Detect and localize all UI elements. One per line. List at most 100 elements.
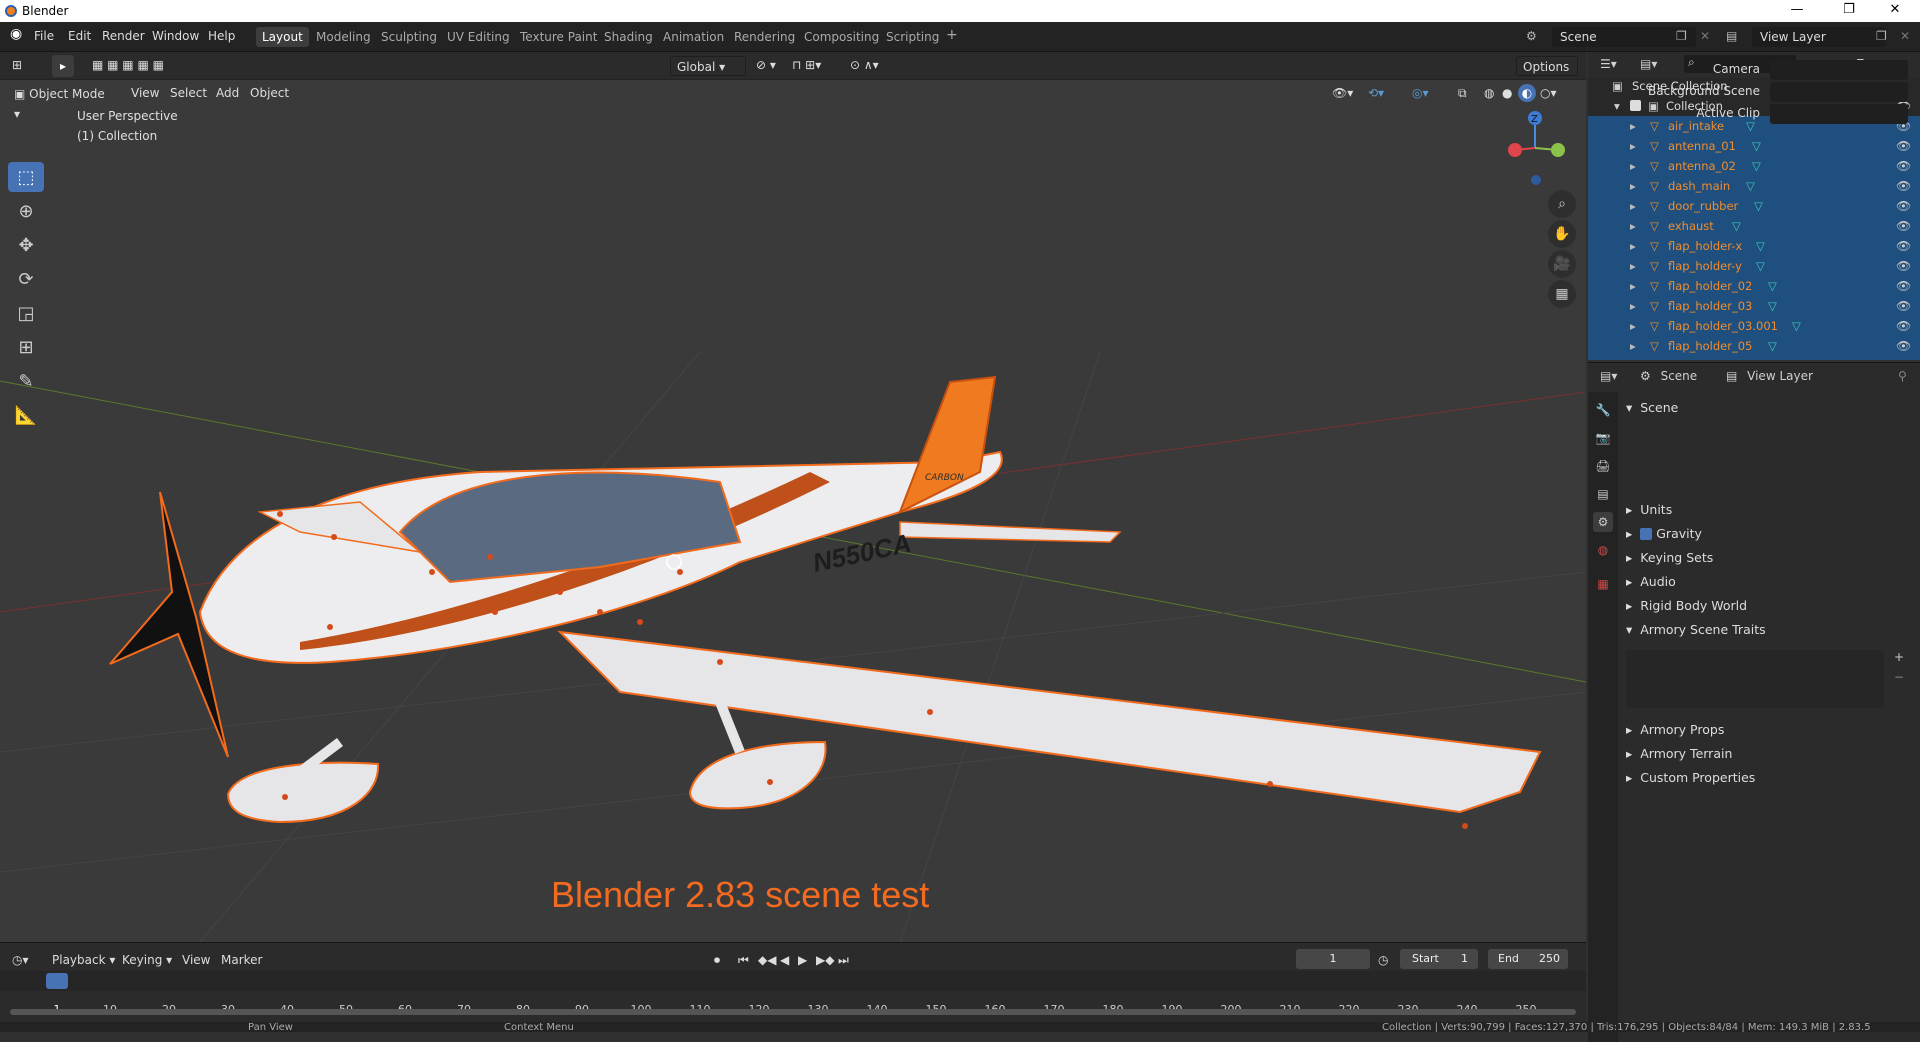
view-layer-tab[interactable]: ▤ View Layer (1726, 369, 1813, 383)
record-icon[interactable]: ⏺ (714, 953, 720, 968)
tab-uv-editing[interactable]: UV Editing (441, 27, 516, 47)
tab-sculpting[interactable]: Sculpting (375, 27, 443, 47)
tab-layout[interactable]: Layout (256, 27, 309, 47)
expand-icon[interactable]: ▸ (1630, 316, 1636, 336)
menu-file[interactable]: File (34, 29, 54, 43)
collapse-icon[interactable]: ▾ (1614, 96, 1620, 116)
view-layer-tab-icon[interactable]: ▤ (1593, 484, 1613, 504)
next-keyframe-icon[interactable]: ▶◆ (816, 953, 834, 967)
expand-icon[interactable]: ▸ (1630, 176, 1636, 196)
transform-tool-icon[interactable]: ⊞ (8, 332, 44, 362)
pin-icon[interactable]: ⚲ (1898, 369, 1907, 383)
new-view-layer-icon[interactable]: ❐ (1876, 29, 1887, 43)
annotate-tool-icon[interactable]: ✎ (8, 366, 44, 396)
tab-scripting[interactable]: Scripting (880, 27, 945, 47)
current-frame-field[interactable]: 1 (1296, 949, 1370, 969)
background-scene-field[interactable] (1770, 82, 1908, 102)
frame-ruler[interactable]: 1 10 20 30 40 50 60 70 80 90 100 110 120… (0, 971, 1586, 1016)
scene-tab[interactable]: ⚙ Scene (1640, 369, 1697, 383)
gravity-checkbox[interactable] (1640, 528, 1653, 540)
restore-icon[interactable]: ❐ (1834, 2, 1864, 17)
scene-field[interactable]: Scene (1552, 27, 1696, 47)
tool-tab-icon[interactable]: 🔧 (1593, 400, 1613, 420)
expand-icon[interactable]: ▸ (1630, 256, 1636, 276)
outliner-item[interactable]: ▸ ▽ flap_holder_03 ▽ 👁 (1588, 296, 1920, 316)
play-reverse-icon[interactable]: ◀ (780, 953, 789, 967)
tab-texture-paint[interactable]: Texture Paint (514, 27, 603, 47)
expand-icon[interactable]: ▸ (1630, 296, 1636, 316)
3d-viewport[interactable]: ⊞ ▸ ▦ ▦ ▦ ▦ ▦ Global ▾ ⊘ ▾ ⊓ ⊞▾ ⊙ ∧▾ Opt… (0, 52, 1586, 942)
remove-trait-icon[interactable]: − (1894, 670, 1904, 684)
traits-list[interactable] (1626, 650, 1884, 708)
play-icon[interactable]: ▶ (798, 953, 807, 967)
tab-modeling[interactable]: Modeling (310, 27, 377, 47)
audio-panel[interactable]: ▸ Audio (1626, 574, 1676, 589)
eye-icon[interactable]: 👁 (1896, 196, 1911, 216)
tab-shading[interactable]: Shading (598, 27, 659, 47)
jump-end-icon[interactable]: ⏭ (838, 953, 849, 968)
scene-section-header[interactable]: ▾ Scene (1626, 400, 1678, 415)
outliner-item[interactable]: ▸ ▽ door_rubber ▽ 👁 (1588, 196, 1920, 216)
add-trait-icon[interactable]: + (1894, 650, 1904, 664)
eye-icon[interactable]: 👁 (1896, 256, 1911, 276)
render-tab-icon[interactable]: 📷 (1593, 428, 1613, 448)
outliner-item[interactable]: ▸ ▽ flap_holder_05 ▽ 👁 (1588, 336, 1920, 356)
timeline-menu-marker[interactable]: Marker (221, 953, 262, 967)
eye-icon[interactable]: 👁 (1896, 336, 1911, 356)
cursor-tool-icon[interactable]: ⊕ (8, 196, 44, 226)
expand-icon[interactable]: ▸ (1630, 136, 1636, 156)
properties-editor-type-icon[interactable]: ▤▾ (1600, 369, 1617, 383)
keying-sets-panel[interactable]: ▸ Keying Sets (1626, 550, 1713, 565)
new-scene-icon[interactable]: ❐ (1676, 29, 1687, 43)
units-panel[interactable]: ▸ Units (1626, 502, 1672, 517)
outliner-item[interactable]: ▸ ▽ antenna_01 ▽ 👁 (1588, 136, 1920, 156)
gravity-panel[interactable]: ▸ Gravity (1626, 526, 1702, 541)
scene-selector-icon[interactable]: ⚙ (1526, 29, 1537, 43)
scene-tab-icon[interactable]: ⚙ (1593, 512, 1613, 532)
expand-icon[interactable]: ▸ (1630, 276, 1636, 296)
expand-icon[interactable]: ▸ (1630, 156, 1636, 176)
delete-view-layer-icon[interactable]: ✕ (1900, 29, 1910, 43)
outliner-item[interactable]: ▸ ▽ flap_holder-x ▽ 👁 (1588, 236, 1920, 256)
menu-render[interactable]: Render (102, 29, 145, 43)
ortho-grid-icon[interactable]: ▦ (1548, 280, 1576, 308)
blender-menu-icon[interactable]: ◉ (10, 26, 22, 42)
outliner-editor-type-icon[interactable]: ☰▾ (1600, 57, 1617, 71)
timeline-menu-playback[interactable]: Playback ▾ (52, 953, 115, 967)
end-frame-field[interactable]: End 250 (1488, 949, 1568, 969)
output-tab-icon[interactable]: 🖨 (1593, 456, 1613, 476)
jump-start-icon[interactable]: ⏮ (738, 953, 749, 968)
tab-compositing[interactable]: Compositing (798, 27, 885, 47)
camera-view-icon[interactable]: 🎥 (1548, 250, 1576, 278)
active-clip-field[interactable] (1770, 104, 1908, 124)
menu-edit[interactable]: Edit (68, 29, 91, 43)
pan-hand-icon[interactable]: ✋ (1548, 220, 1576, 248)
tab-rendering[interactable]: Rendering (728, 27, 801, 47)
navigation-gizmo[interactable]: Z (1500, 108, 1566, 188)
rigid-body-panel[interactable]: ▸ Rigid Body World (1626, 598, 1747, 613)
scale-tool-icon[interactable]: ◲ (8, 298, 44, 328)
menu-window[interactable]: Window (152, 29, 199, 43)
armory-traits-panel[interactable]: ▾ Armory Scene Traits (1626, 622, 1766, 637)
delete-scene-icon[interactable]: ✕ (1700, 29, 1710, 43)
world-tab-icon[interactable]: ◍ (1593, 540, 1613, 560)
texture-tab-icon[interactable]: ▦ (1593, 574, 1613, 594)
expand-icon[interactable]: ▸ (1630, 216, 1636, 236)
start-frame-field[interactable]: Start 1 (1400, 949, 1478, 969)
expand-icon[interactable]: ▸ (1630, 236, 1636, 256)
outliner-item[interactable]: ▸ ▽ dash_main ▽ 👁 (1588, 176, 1920, 196)
armory-terrain-panel[interactable]: ▸ Armory Terrain (1626, 746, 1732, 761)
timeline-menu-keying[interactable]: Keying ▾ (122, 953, 172, 967)
preview-range-icon[interactable]: ◷ (1378, 953, 1388, 967)
eye-icon[interactable]: 👁 (1896, 296, 1911, 316)
eye-icon[interactable]: 👁 (1896, 176, 1911, 196)
eye-icon[interactable]: 👁 (1896, 236, 1911, 256)
view-layer-icon[interactable]: ▤ (1726, 29, 1737, 43)
rotate-tool-icon[interactable]: ⟳ (8, 264, 44, 294)
outliner-item[interactable]: ▸ ▽ exhaust ▽ 👁 (1588, 216, 1920, 236)
move-tool-icon[interactable]: ✥ (8, 230, 44, 260)
timeline-scrollbar[interactable] (10, 1009, 1576, 1015)
eye-icon[interactable]: 👁 (1896, 156, 1911, 176)
expand-icon[interactable]: ▸ (1630, 336, 1636, 356)
eye-icon[interactable]: 👁 (1896, 136, 1911, 156)
